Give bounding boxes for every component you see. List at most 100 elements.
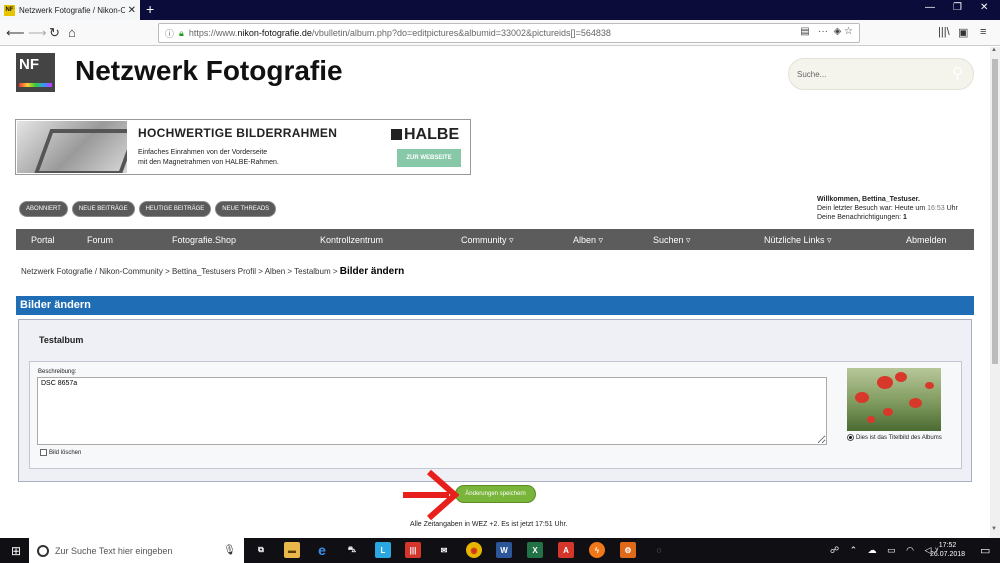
site-title[interactable]: Netzwerk Fotografie	[75, 55, 343, 87]
back-icon[interactable]: ⟵	[6, 25, 25, 41]
library-icon[interactable]: |||\	[938, 26, 950, 38]
app-ring-icon[interactable]: ◌	[651, 542, 667, 558]
poppy-flower	[925, 382, 934, 389]
nav-abmelden[interactable]: Abmelden	[906, 235, 947, 245]
notifications[interactable]: Deine Benachrichtigungen: 1	[817, 213, 958, 222]
poppy-flower	[877, 376, 893, 389]
url-prefix: https://www.	[188, 28, 238, 38]
notification-center-icon[interactable]: ▭	[980, 544, 990, 557]
nav-community[interactable]: Community ▿	[461, 235, 514, 246]
delete-label: Bild löschen	[49, 449, 82, 456]
file-explorer-icon[interactable]: ▬	[284, 542, 300, 558]
nav-portal[interactable]: Portal	[31, 235, 55, 245]
scroll-up-icon[interactable]: ▲	[991, 47, 997, 53]
excel-icon[interactable]: X	[527, 542, 543, 558]
breadcrumb-sep: >	[287, 267, 293, 276]
breadcrumb: Netzwerk Fotografie / Nikon-Community > …	[21, 266, 404, 277]
new-tab-icon[interactable]: +	[146, 1, 154, 17]
welcome-box: Willkommen, Bettina_Testuser. Dein letzt…	[817, 195, 958, 222]
main-nav: Portal Forum Fotografie.Shop Kontrollzen…	[16, 229, 974, 250]
annotation-arrow	[403, 469, 459, 521]
nav-kontrollzentrum[interactable]: Kontrollzentrum	[320, 235, 383, 245]
pill-heutige-beitraege[interactable]: HEUTIGE BEITRÄGE	[138, 201, 212, 217]
cover-picture-option[interactable]: Dies ist das Titelbild des Albums	[847, 434, 942, 442]
save-button[interactable]: Änderungen speichern	[455, 485, 536, 503]
pill-neue-beitraege[interactable]: NEUE BEITRÄGE	[71, 201, 135, 217]
poppy-flower	[867, 416, 875, 423]
chevron-down-icon: ▿	[827, 235, 832, 245]
browser-tab[interactable]: NF Netzwerk Fotografie / Nikon-C ✕	[0, 0, 140, 20]
reload-icon[interactable]: ↻	[49, 25, 60, 41]
taskbar: ⊞ Zur Suche Text hier eingeben 🎙︎ ⧉ ▬ e …	[0, 538, 1000, 563]
notifications-label: Deine Benachrichtigungen:	[817, 214, 904, 221]
word-icon[interactable]: W	[496, 542, 512, 558]
minimize-icon[interactable]: —	[925, 2, 935, 13]
ad-line-1: Einfaches Einrahmen von der Vorderseite	[138, 149, 268, 156]
page-scrollbar[interactable]: ▲ ▼	[990, 47, 1000, 538]
welcome-line[interactable]: Willkommen, Bettina_Testuser.	[817, 195, 958, 204]
scroll-down-icon[interactable]: ▼	[991, 526, 997, 532]
breadcrumb-alben[interactable]: Alben	[265, 267, 285, 276]
home-icon[interactable]: ⌂	[68, 25, 76, 40]
notifications-count: 1	[903, 214, 907, 221]
breadcrumb-profile[interactable]: Bettina_Testusers Profil	[172, 267, 256, 276]
description-textarea[interactable]: DSC 8657a	[37, 377, 827, 445]
close-tab-icon[interactable]: ✕	[128, 5, 136, 16]
acrobat-icon[interactable]: A	[558, 542, 574, 558]
breadcrumb-sep: >	[332, 267, 338, 276]
breadcrumb-album[interactable]: Testalbum	[294, 267, 330, 276]
menu-icon[interactable]: ≡	[980, 26, 986, 38]
picture-thumbnail[interactable]	[847, 368, 941, 431]
pill-neue-threads[interactable]: NEUE THREADS	[215, 201, 277, 217]
footer-time: Alle Zeitangaben in WEZ +2. Es ist jetzt…	[410, 521, 568, 528]
restore-icon[interactable]: ❐	[953, 2, 962, 13]
nav-shop[interactable]: Fotografie.Shop	[172, 235, 236, 245]
breadcrumb-home[interactable]: Netzwerk Fotografie / Nikon-Community	[21, 267, 163, 276]
lexware-icon[interactable]: L	[375, 542, 391, 558]
logo-text: NF	[19, 56, 39, 73]
ad-banner[interactable]: HOCHWERTIGE BILDERRAHMEN Einfaches Einra…	[15, 119, 471, 175]
address-bar[interactable]: ⓘ 🔒︎ https://www. nikon-fotografie.de/vbu…	[158, 23, 860, 43]
site-logo[interactable]: NF	[16, 53, 55, 92]
cover-radio[interactable]	[847, 434, 854, 441]
nav-nuetzliche-links[interactable]: Nützliche Links ▿	[764, 235, 832, 246]
cover-label: Dies ist das Titelbild des Albums	[856, 435, 942, 441]
breadcrumb-current: Bilder ändern	[339, 266, 405, 277]
url-domain: nikon-fotografie.de	[237, 28, 312, 38]
nav-forum[interactable]: Forum	[87, 235, 113, 245]
search-icon[interactable]: ⚲	[952, 64, 963, 82]
url-path: /vbulletin/album.php?do=editpictures&alb…	[311, 28, 611, 38]
close-window-icon[interactable]: ✕	[980, 2, 988, 13]
description-label: Beschreibung:	[38, 369, 77, 375]
forward-icon[interactable]: ⟶	[28, 25, 47, 41]
store-icon[interactable]: ⛍	[344, 542, 360, 558]
ad-line-2: mit den Magnetrahmen von HALBE-Rahmen.	[138, 159, 279, 166]
nav-suchen[interactable]: Suchen ▿	[653, 235, 691, 246]
app-red-icon[interactable]: |||	[405, 542, 421, 558]
taskbar-clock[interactable]: 17:52 26.07.2018	[930, 541, 965, 559]
system-tray[interactable]: ☍ ⌃ ☁ ▭ ◠ ◁ᵛ	[830, 545, 942, 556]
app-orange-icon[interactable]: ⚙	[620, 542, 636, 558]
page-actions-icon[interactable]: ▤ ··· ◈ ☆	[800, 26, 853, 37]
mail-icon[interactable]: ✉	[436, 542, 452, 558]
album-title: Testalbum	[39, 335, 84, 345]
microphone-icon[interactable]: 🎙︎	[223, 545, 236, 556]
chrome-icon[interactable]: ◉	[466, 542, 482, 558]
edge-icon[interactable]: e	[314, 542, 330, 558]
delete-picture-option[interactable]: Bild löschen	[40, 449, 81, 456]
scrollbar-thumb[interactable]	[992, 59, 998, 364]
delete-checkbox[interactable]	[40, 449, 47, 456]
info-icon[interactable]: ⓘ	[165, 27, 174, 40]
halbe-logo-icon	[391, 129, 402, 140]
taskbar-search[interactable]: Zur Suche Text hier eingeben 🎙︎	[29, 538, 244, 563]
pill-abonniert[interactable]: ABONNIERT	[19, 201, 68, 217]
nav-alben[interactable]: Alben ▿	[573, 235, 603, 246]
task-view-icon[interactable]: ⧉	[253, 542, 269, 558]
search-input[interactable]: Suche... ⚲	[788, 58, 974, 90]
windows-start-icon[interactable]: ⊞	[11, 544, 21, 558]
firefox-icon[interactable]: ϟ	[589, 542, 605, 558]
ad-cta-button[interactable]: ZUR WEBSEITE	[397, 149, 461, 167]
sidebar-icon[interactable]: ▣	[958, 26, 968, 39]
cortana-icon	[37, 544, 49, 557]
nav-nuetzliche-links-label: Nützliche Links	[764, 235, 825, 245]
